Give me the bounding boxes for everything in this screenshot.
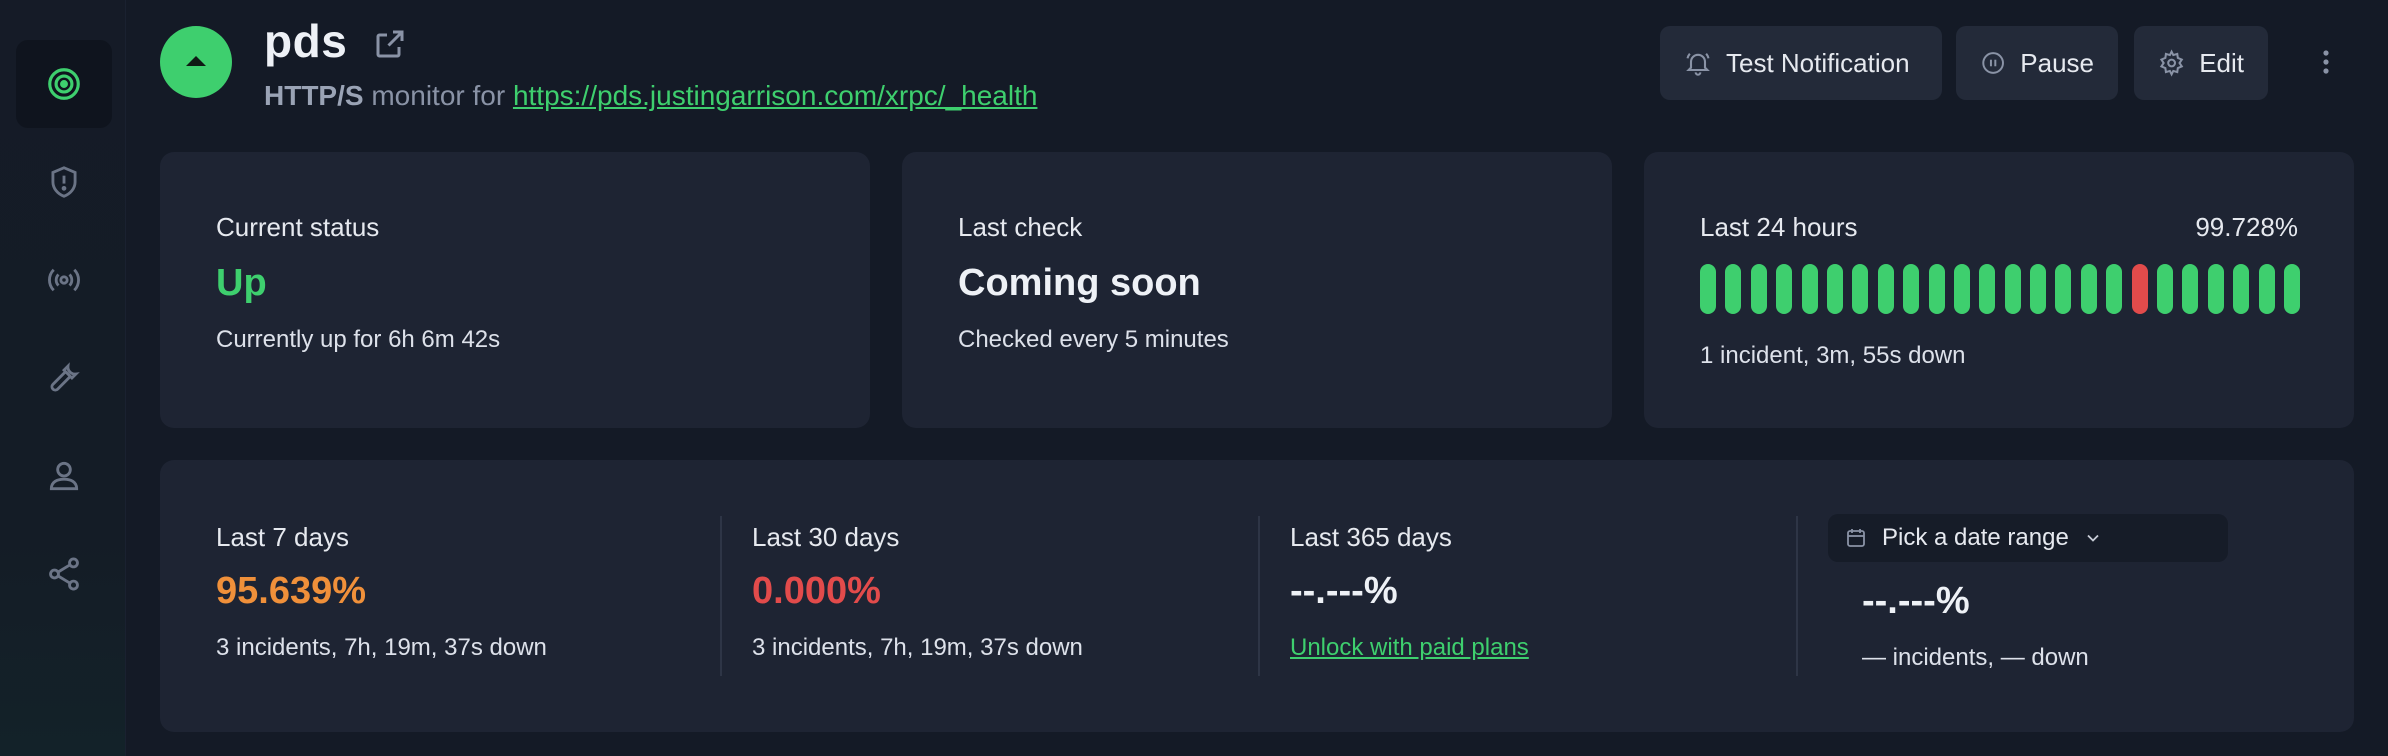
uptime-bar-up[interactable] xyxy=(2233,264,2250,314)
uptime-bar-up[interactable] xyxy=(1750,264,1767,314)
more-options-button[interactable] xyxy=(2306,42,2346,82)
uptime-bar-up[interactable] xyxy=(2258,264,2275,314)
last-365-days-value: --.---% xyxy=(1290,570,1398,612)
uptime-bar-up[interactable] xyxy=(1801,264,1818,314)
uptime-bar-up[interactable] xyxy=(1903,264,1920,314)
uptime-duration: Currently up for 6h 6m 42s xyxy=(216,326,501,353)
current-status-value: Up xyxy=(216,262,267,304)
uptime-periods-panel: Last 7 days 95.639% 3 incidents, 7h, 19m… xyxy=(160,460,2354,732)
last-24-hours-percent: 99.728% xyxy=(2195,212,2298,242)
edit-label: Edit xyxy=(2199,47,2244,78)
uptime-bar-up[interactable] xyxy=(1826,264,1843,314)
uptime-bar-up[interactable] xyxy=(2157,264,2174,314)
uptime-bar-up[interactable] xyxy=(2106,264,2123,314)
bell-ring-icon xyxy=(1686,52,1710,76)
uptime-bar-up[interactable] xyxy=(1953,264,1970,314)
test-notification-label: Test Notification xyxy=(1726,47,1910,78)
gear-icon xyxy=(2159,49,2184,77)
date-range-picker[interactable]: Pick a date range xyxy=(1828,514,2228,562)
main-content: pds HTTP/S monitor for https://pds.justi… xyxy=(126,0,2388,756)
calendar-icon xyxy=(1847,529,1865,547)
uptime-bar-up[interactable] xyxy=(2207,264,2224,314)
last-check-label: Last check xyxy=(958,212,1083,242)
uptime-bar-up[interactable] xyxy=(1979,264,1996,314)
page-title: pds xyxy=(264,15,348,67)
last-30-days-value: 0.000% xyxy=(752,570,881,612)
uptime-bar-up[interactable] xyxy=(2055,264,2072,314)
sidebar-item-integrations[interactable] xyxy=(16,530,112,618)
chevron-down-icon xyxy=(2087,534,2099,542)
divider xyxy=(1796,516,1798,676)
status-indicator xyxy=(160,26,232,98)
last-check-value: Coming soon xyxy=(958,262,1201,304)
last-24-hours-incidents: 1 incident, 3m, 55s down xyxy=(1700,342,1966,369)
edit-button[interactable]: Edit xyxy=(2134,26,2268,100)
uptime-bar-up[interactable] xyxy=(1852,264,1869,314)
uptime-bar-up[interactable] xyxy=(2283,264,2300,314)
divider xyxy=(720,516,722,676)
uptime-bar-up[interactable] xyxy=(2080,264,2097,314)
sidebar-item-incidents[interactable] xyxy=(16,138,112,226)
monitor-for-text: monitor for xyxy=(371,80,506,111)
last-24-hours-card: Last 24 hours 99.728% 1 incident, 3m, 55… xyxy=(1644,152,2354,428)
last-7-days-incidents: 3 incidents, 7h, 19m, 37s down xyxy=(216,634,547,661)
monitor-subtitle: HTTP/S monitor for https://pds.justingar… xyxy=(264,80,1037,112)
last-365-days-label: Last 365 days xyxy=(1290,522,1452,552)
sidebar-item-monitors[interactable] xyxy=(16,40,112,128)
last-30-days-incidents: 3 incidents, 7h, 19m, 37s down xyxy=(752,634,1083,661)
uptime-bar-down[interactable] xyxy=(2131,264,2148,314)
uptime-bar-up[interactable] xyxy=(1877,264,1894,314)
uptime-bar-up[interactable] xyxy=(2182,264,2199,314)
protocol-label: HTTP/S xyxy=(264,80,364,111)
uptime-bar-up[interactable] xyxy=(1776,264,1793,314)
pause-label: Pause xyxy=(2020,47,2094,78)
date-range-picker-label: Pick a date range xyxy=(1882,524,2069,551)
pause-button[interactable]: Pause xyxy=(1956,26,2118,100)
custom-range-incidents: — incidents, — down xyxy=(1862,644,2089,671)
last-7-days-value: 95.639% xyxy=(216,570,367,612)
share-icon xyxy=(49,557,79,591)
unlock-paid-plans-link[interactable]: Unlock with paid plans xyxy=(1290,634,1529,662)
sidebar-item-team[interactable] xyxy=(16,432,112,520)
monitor-url-link[interactable]: https://pds.justingarrison.com/xrpc/_hea… xyxy=(513,80,1037,111)
uptime-bar-up[interactable] xyxy=(1700,264,1716,314)
last-30-days-label: Last 30 days xyxy=(752,522,900,552)
uptime-bar-up[interactable] xyxy=(1928,264,1945,314)
broadcast-icon xyxy=(48,268,80,292)
last-check-card: Last check Coming soon Checked every 5 m… xyxy=(902,152,1612,428)
external-link-icon[interactable] xyxy=(372,26,408,62)
user-icon xyxy=(49,461,79,491)
divider xyxy=(1258,516,1260,676)
sidebar-item-maintenance[interactable] xyxy=(16,334,112,422)
sidebar-item-status-pages[interactable] xyxy=(16,236,112,324)
last-24-hours-label: Last 24 hours xyxy=(1700,212,1858,242)
test-notification-button[interactable]: Test Notification xyxy=(1660,26,1942,100)
wrench-icon xyxy=(50,362,80,392)
uptime-bar-up[interactable] xyxy=(2004,264,2021,314)
vertical-ellipsis-icon xyxy=(2323,50,2329,74)
last-7-days-label: Last 7 days xyxy=(216,522,349,552)
monitor-target-icon xyxy=(48,68,80,100)
current-status-label: Current status xyxy=(216,212,380,242)
sidebar xyxy=(0,0,126,756)
shield-alert-icon xyxy=(51,166,77,198)
custom-range-value: --.---% xyxy=(1862,580,1970,622)
up-arrow-icon xyxy=(186,56,206,66)
uptime-bar-chart xyxy=(1700,264,2300,314)
pause-icon xyxy=(1982,52,2004,74)
uptime-bar-up[interactable] xyxy=(1725,264,1742,314)
uptime-bar-up[interactable] xyxy=(2030,264,2047,314)
check-frequency: Checked every 5 minutes xyxy=(958,326,1229,353)
current-status-card: Current status Up Currently up for 6h 6m… xyxy=(160,152,870,428)
